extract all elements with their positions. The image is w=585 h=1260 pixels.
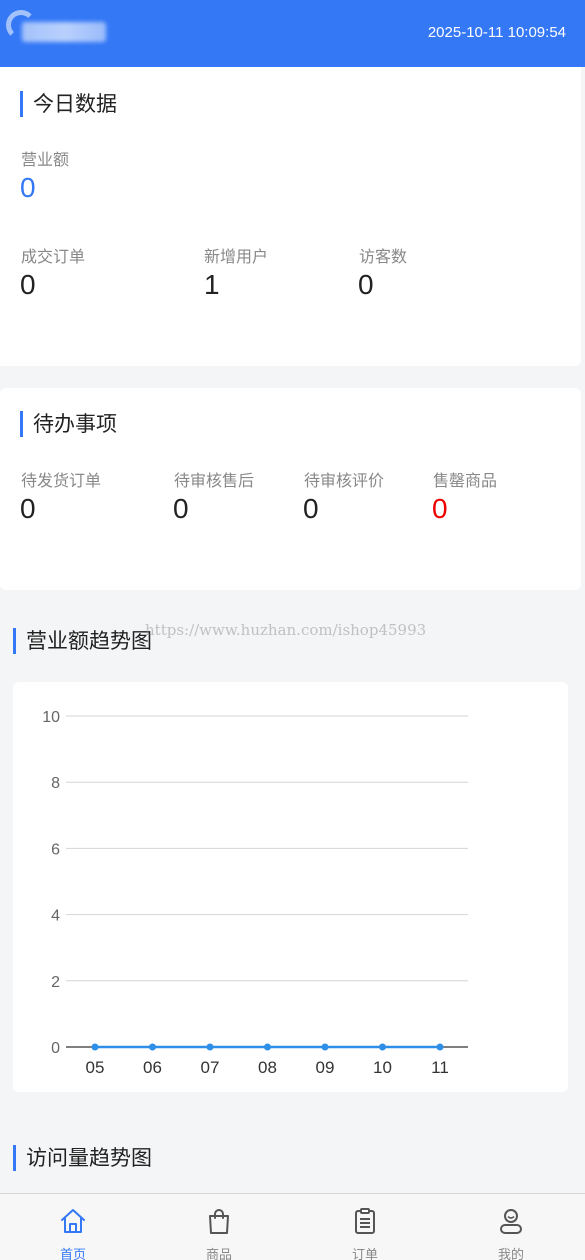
- x-tick-label: 05: [86, 1058, 105, 1077]
- data-point: [206, 1043, 214, 1051]
- visitors-label: 访客数: [359, 247, 408, 266]
- tab-home[interactable]: 首页: [0, 1194, 146, 1260]
- data-point: [321, 1043, 329, 1051]
- todo-card: 待办事项 待发货订单 0 待审核售后 0 待审核评价 0 售罄商品 0: [0, 388, 581, 590]
- visitors-value: 0: [358, 269, 374, 300]
- tab-products[interactable]: 商品: [146, 1194, 292, 1260]
- x-tick-label: 07: [201, 1058, 220, 1077]
- revenue-value: 0: [20, 172, 36, 203]
- data-point: [91, 1043, 99, 1051]
- blurred-shop-name: [22, 22, 106, 42]
- revenue-trend-title: 营业额趋势图: [13, 628, 152, 654]
- revenue-trend-chart: 0 2 4 6 8 10 05 06 07 08 09 10 11: [13, 682, 568, 1092]
- watermark-text: https://www.huzhan.com/ishop45993: [145, 621, 427, 639]
- y-tick-label: 2: [51, 974, 60, 991]
- home-icon: [61, 1209, 85, 1233]
- new-users-label: 新增用户: [204, 247, 269, 266]
- todo-item-pending-shipment-label[interactable]: 待发货订单: [21, 467, 101, 491]
- today-data-title: 今日数据: [20, 91, 117, 117]
- tab-home-label: 首页: [59, 1248, 86, 1260]
- shopping-bag-icon: [209, 1209, 229, 1234]
- tab-profile[interactable]: 我的: [438, 1194, 584, 1260]
- x-tick-label: 08: [258, 1058, 277, 1077]
- revenue-label: 营业额: [21, 150, 70, 169]
- revenue-trend-chart-svg: 0 2 4 6 8 10 05 06 07 08 09 10 11: [42, 709, 468, 1077]
- orders-value: 0: [20, 269, 36, 300]
- today-data-card: 今日数据 营业额 0 成交订单 0 新增用户 1 访客数 0: [0, 67, 581, 366]
- todo-title: 待办事项: [20, 411, 117, 437]
- x-tick-label: 09: [316, 1058, 335, 1077]
- clipboard-icon: [355, 1208, 375, 1234]
- x-tick-label: 10: [373, 1058, 392, 1077]
- x-tick-label: 06: [143, 1058, 162, 1077]
- tab-orders[interactable]: 订单: [292, 1194, 438, 1260]
- todo-item-review-value[interactable]: 0: [303, 493, 319, 525]
- todo-item-soldout-label[interactable]: 售罄商品: [433, 467, 497, 491]
- todo-item-review-label[interactable]: 待审核评价: [304, 467, 384, 491]
- y-tick-label: 4: [51, 908, 60, 925]
- todo-item-aftersale-label[interactable]: 待审核售后: [174, 467, 254, 491]
- visit-trend-title: 访问量趋势图: [13, 1145, 152, 1171]
- brand-logo: [6, 8, 106, 48]
- data-point: [379, 1043, 386, 1051]
- bottom-tab-bar: 首页 商品 订单 我的: [0, 1193, 585, 1260]
- data-point: [149, 1043, 156, 1051]
- top-header: 2025-10-11 10:09:54: [0, 0, 585, 67]
- tab-orders-label: 订单: [351, 1248, 378, 1260]
- y-tick-label: 6: [51, 841, 60, 858]
- tab-products-label: 商品: [205, 1248, 232, 1260]
- tab-profile-label: 我的: [497, 1248, 524, 1260]
- todo-item-aftersale-value[interactable]: 0: [173, 493, 189, 525]
- todo-item-soldout-value[interactable]: 0: [432, 493, 448, 525]
- orders-label: 成交订单: [21, 247, 86, 266]
- user-icon: [500, 1209, 522, 1234]
- y-tick-label: 8: [51, 775, 60, 792]
- y-tick-label: 0: [51, 1040, 60, 1057]
- new-users-value: 1: [204, 269, 220, 300]
- data-point: [436, 1043, 444, 1051]
- y-tick-label: 10: [42, 709, 60, 726]
- x-tick-label: 11: [431, 1058, 449, 1077]
- todo-item-pending-shipment-value[interactable]: 0: [20, 493, 36, 525]
- header-datetime: 2025-10-11 10:09:54: [427, 24, 566, 41]
- data-point: [264, 1043, 271, 1051]
